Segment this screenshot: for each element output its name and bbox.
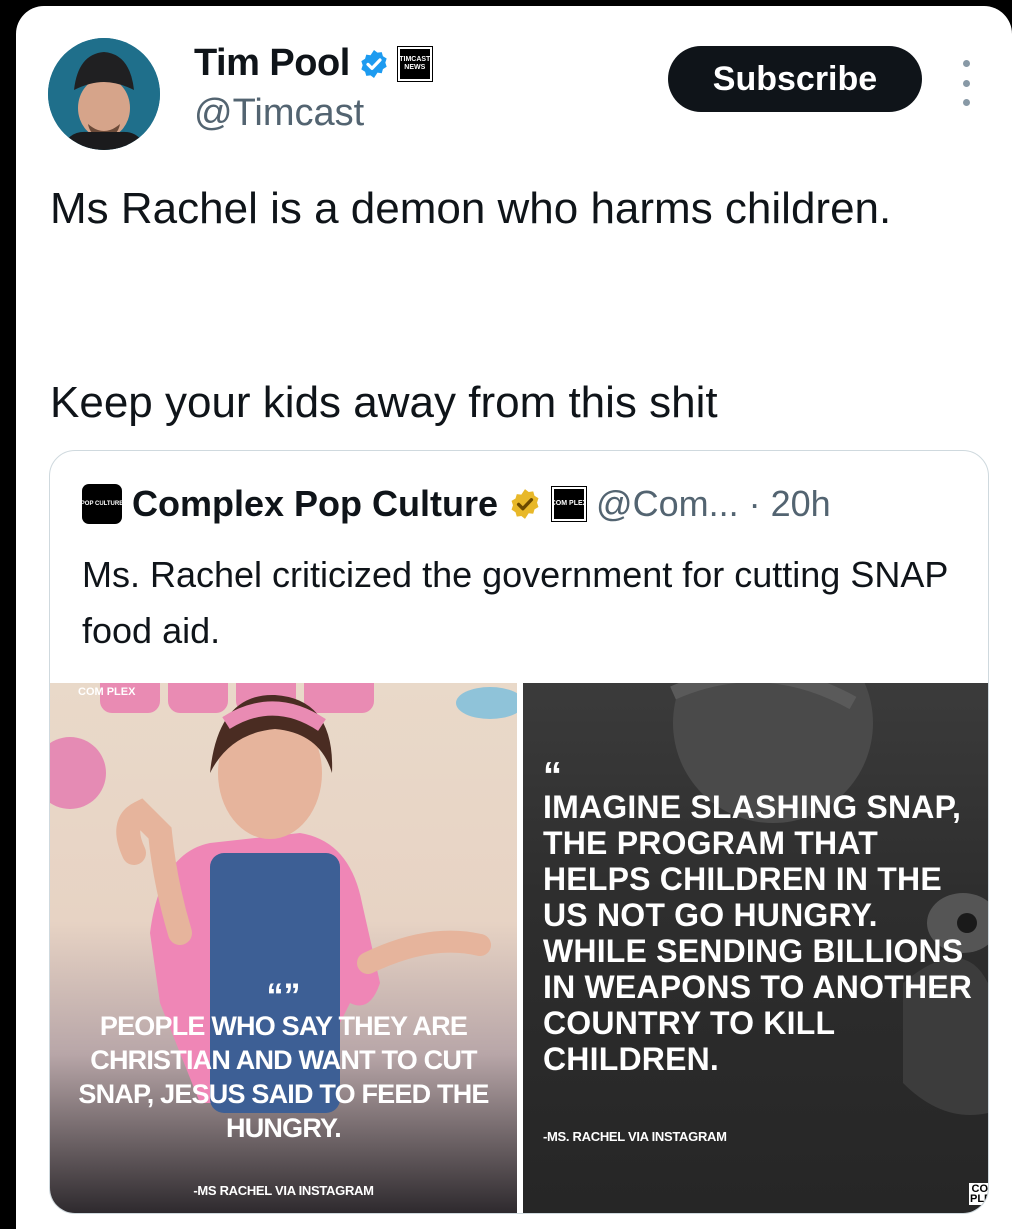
complex-watermark: COM PLEX	[969, 1183, 988, 1205]
author-name[interactable]: Tim Pool	[194, 42, 350, 85]
quoted-avatar[interactable]: POP CULTURE	[81, 484, 123, 524]
affiliate-badge[interactable]: TIMCAST NEWS	[396, 45, 433, 82]
post-text-line1: Ms Rachel is a demon who harms children.	[50, 184, 892, 233]
right-image-quote: IMAGINE SLASHING SNAP, THE PROGRAM THAT …	[543, 789, 973, 1077]
quoted-affiliate-badge[interactable]: COM PLEX	[551, 486, 587, 522]
left-image-attribution: -MS RACHEL VIA INSTAGRAM	[193, 1183, 374, 1198]
subscribe-button[interactable]: Subscribe	[668, 46, 922, 112]
left-image-quote: PEOPLE WHO SAY THEY ARE CHRISTIAN AND WA…	[78, 1011, 489, 1143]
quoted-image-right[interactable]: “ IMAGINE SLASHING SNAP, THE PROGRAM THA…	[523, 683, 988, 1213]
quoted-time[interactable]: 20h	[771, 483, 831, 525]
more-options-icon[interactable]	[956, 60, 976, 106]
avatar-photo	[48, 38, 160, 150]
quoted-author-name[interactable]: Complex Pop Culture	[132, 483, 498, 525]
verified-badge-icon	[361, 49, 387, 78]
quoted-text: Ms. Rachel criticized the government for…	[82, 554, 948, 651]
quoted-image-left[interactable]: COM PLEX “” PEOPLE WHO SAY THEY ARE CHRI…	[50, 683, 517, 1213]
author-handle[interactable]: @Timcast	[194, 92, 364, 135]
quoted-handle[interactable]: @Com...	[596, 483, 739, 525]
meta-separator: ·	[748, 483, 761, 524]
post-card: Tim Pool TIMCAST NEWS @Timcast Subscribe…	[16, 6, 1012, 1229]
avatar[interactable]	[48, 38, 160, 150]
quoted-header: POP CULTURE Complex Pop Culture COM PLEX…	[81, 483, 831, 525]
author-row: Tim Pool TIMCAST NEWS	[194, 42, 433, 85]
complex-watermark: COM PLEX	[78, 686, 136, 698]
post-text-line2: Keep your kids away from this shit	[50, 378, 718, 427]
quoted-post[interactable]: POP CULTURE Complex Pop Culture COM PLEX…	[49, 450, 989, 1214]
right-image-attribution: -MS. RACHEL VIA INSTAGRAM	[543, 1129, 727, 1144]
gold-verified-badge-icon	[511, 489, 539, 519]
